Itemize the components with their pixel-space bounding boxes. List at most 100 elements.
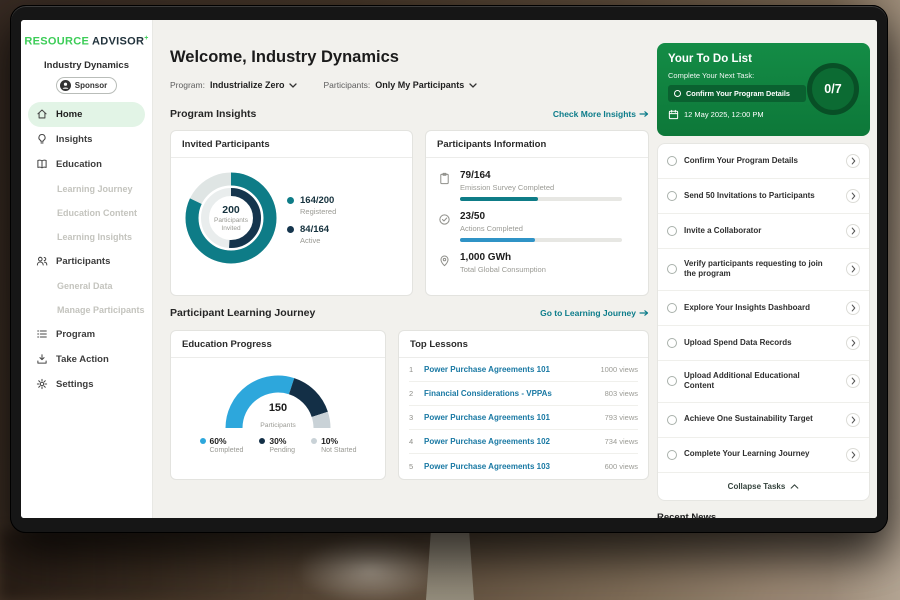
task-checkbox[interactable]	[667, 191, 677, 201]
task-checkbox[interactable]	[667, 376, 677, 386]
legend-dot-active	[287, 226, 294, 233]
legend-value: 30%	[269, 436, 286, 446]
task-label: Invite a Collaborator	[684, 226, 761, 236]
go-to-learning-journey-link[interactable]: Go to Learning Journey	[540, 308, 649, 318]
education-legend: 60% Completed 30% Pending 10% Not Starte…	[171, 436, 385, 454]
sidebar-item-learning-journey[interactable]: Learning Journey	[21, 177, 152, 201]
education-progress-card: Education Progress 150 Participants 60% …	[170, 330, 386, 480]
lesson-row: 1 Power Purchase Agreements 101 1000 vie…	[409, 358, 638, 382]
sidebar-item-settings[interactable]: Settings	[21, 372, 152, 397]
lesson-rank: 5	[409, 462, 416, 471]
todo-task-item[interactable]: Invite a Collaborator	[658, 214, 869, 249]
todo-task-item[interactable]: Complete Your Learning Journey	[658, 438, 869, 473]
sidebar-item-general-data[interactable]: General Data	[21, 274, 152, 298]
sidebar-item-home[interactable]: Home	[28, 102, 145, 127]
sidebar-item-label: Take Action	[56, 354, 109, 365]
chevron-right-icon[interactable]	[846, 301, 860, 315]
collapse-tasks-button[interactable]: Collapse Tasks	[658, 473, 869, 500]
sidebar-item-take-action[interactable]: Take Action	[21, 347, 152, 372]
program-filter-value: Industrialize Zero	[210, 80, 285, 90]
next-task-row[interactable]: Confirm Your Program Details	[668, 85, 806, 102]
sidebar-subitem-label: Education Content	[57, 208, 137, 218]
sidebar-item-label: Home	[56, 109, 82, 120]
donut-center-value: 200	[222, 204, 240, 216]
chevron-right-icon[interactable]	[846, 336, 860, 350]
stat-value: 79/164	[460, 170, 622, 181]
sidebar-item-participants[interactable]: Participants	[21, 249, 152, 274]
chevron-down-icon	[289, 83, 297, 88]
todo-task-item[interactable]: Upload Spend Data Records	[658, 326, 869, 361]
filter-bar: Program: Industrialize Zero Participants…	[170, 80, 477, 90]
legend-item: 164/200 Registered	[287, 195, 336, 216]
lesson-title-link[interactable]: Power Purchase Agreements 101	[424, 413, 550, 422]
consumption-icon	[438, 254, 451, 267]
card-title: Participants Information	[426, 131, 648, 158]
legend-dot-not-started	[311, 438, 317, 444]
legend-dot-completed	[200, 438, 206, 444]
task-bullet-icon	[674, 90, 681, 97]
chevron-right-icon[interactable]	[846, 448, 860, 462]
chevron-right-icon[interactable]	[846, 413, 860, 427]
stat-label: Total Global Consumption	[460, 265, 546, 274]
todo-task-item[interactable]: Confirm Your Program Details	[658, 144, 869, 179]
task-checkbox[interactable]	[667, 226, 677, 236]
task-checkbox[interactable]	[667, 450, 677, 460]
next-task-label: Confirm Your Program Details	[686, 89, 790, 98]
sidebar-subitem-label: Learning Insights	[57, 232, 132, 242]
task-label: Complete Your Learning Journey	[684, 449, 810, 459]
chevron-right-icon[interactable]	[846, 154, 860, 168]
chevron-right-icon[interactable]	[846, 224, 860, 238]
todo-task-item[interactable]: Explore Your Insights Dashboard	[658, 291, 869, 326]
todo-task-item[interactable]: Verify participants requesting to join t…	[658, 249, 869, 291]
chevron-right-icon[interactable]	[846, 374, 860, 388]
sidebar-item-learning-insights[interactable]: Learning Insights	[21, 225, 152, 249]
legend-item: 60% Completed	[200, 436, 244, 454]
chevron-right-icon[interactable]	[846, 262, 860, 276]
sidebar-item-manage-participants[interactable]: Manage Participants	[21, 298, 152, 322]
sidebar-item-label: Insights	[56, 134, 92, 145]
sidebar-item-education[interactable]: Education	[21, 152, 152, 177]
task-checkbox[interactable]	[667, 156, 677, 166]
participants-filter[interactable]: Participants: Only My Participants	[323, 80, 477, 90]
card-title: Education Progress	[171, 331, 385, 358]
todo-task-item[interactable]: Send 50 Invitations to Participants	[658, 179, 869, 214]
lesson-row: 3 Power Purchase Agreements 101 793 view…	[409, 406, 638, 430]
legend-item: 30% Pending	[259, 436, 295, 454]
sponsor-badge-label: Sponsor	[75, 81, 107, 90]
todo-task-item[interactable]: Upload Additional Educational Content	[658, 361, 869, 403]
monitor-stand	[426, 532, 474, 600]
task-checkbox[interactable]	[667, 338, 677, 348]
legend-label: Registered	[300, 207, 336, 216]
stat-label: Emission Survey Completed	[460, 183, 622, 192]
participants-filter-label: Participants:	[323, 80, 370, 90]
check-more-insights-link[interactable]: Check More Insights	[553, 109, 649, 119]
participants-information-card: Participants Information 79/164 Emission…	[425, 130, 649, 296]
calendar-icon	[668, 109, 679, 120]
lesson-title-link[interactable]: Financial Considerations - VPPAs	[424, 389, 552, 398]
chevron-right-icon[interactable]	[846, 189, 860, 203]
task-checkbox[interactable]	[667, 415, 677, 425]
legend-dot-registered	[287, 197, 294, 204]
task-checkbox[interactable]	[667, 303, 677, 313]
donut-center-label: Participants Invited	[206, 217, 256, 233]
lesson-views: 1000 views	[600, 365, 638, 374]
todo-task-item[interactable]: Achieve One Sustainability Target	[658, 403, 869, 438]
sponsor-badge[interactable]: Sponsor	[56, 77, 117, 94]
lesson-title-link[interactable]: Power Purchase Agreements 101	[424, 365, 550, 374]
program-filter[interactable]: Program: Industrialize Zero	[170, 80, 297, 90]
sidebar-item-label: Education	[56, 159, 102, 170]
legend-value: 164/200	[300, 195, 336, 206]
lesson-row: 2 Financial Considerations - VPPAs 803 v…	[409, 382, 638, 406]
task-checkbox[interactable]	[667, 264, 677, 274]
todo-panel: Your To Do List Complete Your Next Task:…	[657, 43, 870, 518]
sidebar-item-insights[interactable]: Insights	[21, 127, 152, 152]
todo-task-list: Confirm Your Program Details Send 50 Inv…	[657, 143, 870, 501]
sidebar-item-education-content[interactable]: Education Content	[21, 201, 152, 225]
chevron-up-icon	[790, 484, 799, 489]
legend-value: 10%	[321, 436, 338, 446]
lesson-title-link[interactable]: Power Purchase Agreements 103	[424, 462, 550, 471]
sidebar-item-program[interactable]: Program	[21, 322, 152, 347]
actions-icon	[438, 213, 451, 226]
invited-legend: 164/200 Registered 84/164 Active	[287, 183, 336, 253]
lesson-title-link[interactable]: Power Purchase Agreements 102	[424, 437, 550, 446]
